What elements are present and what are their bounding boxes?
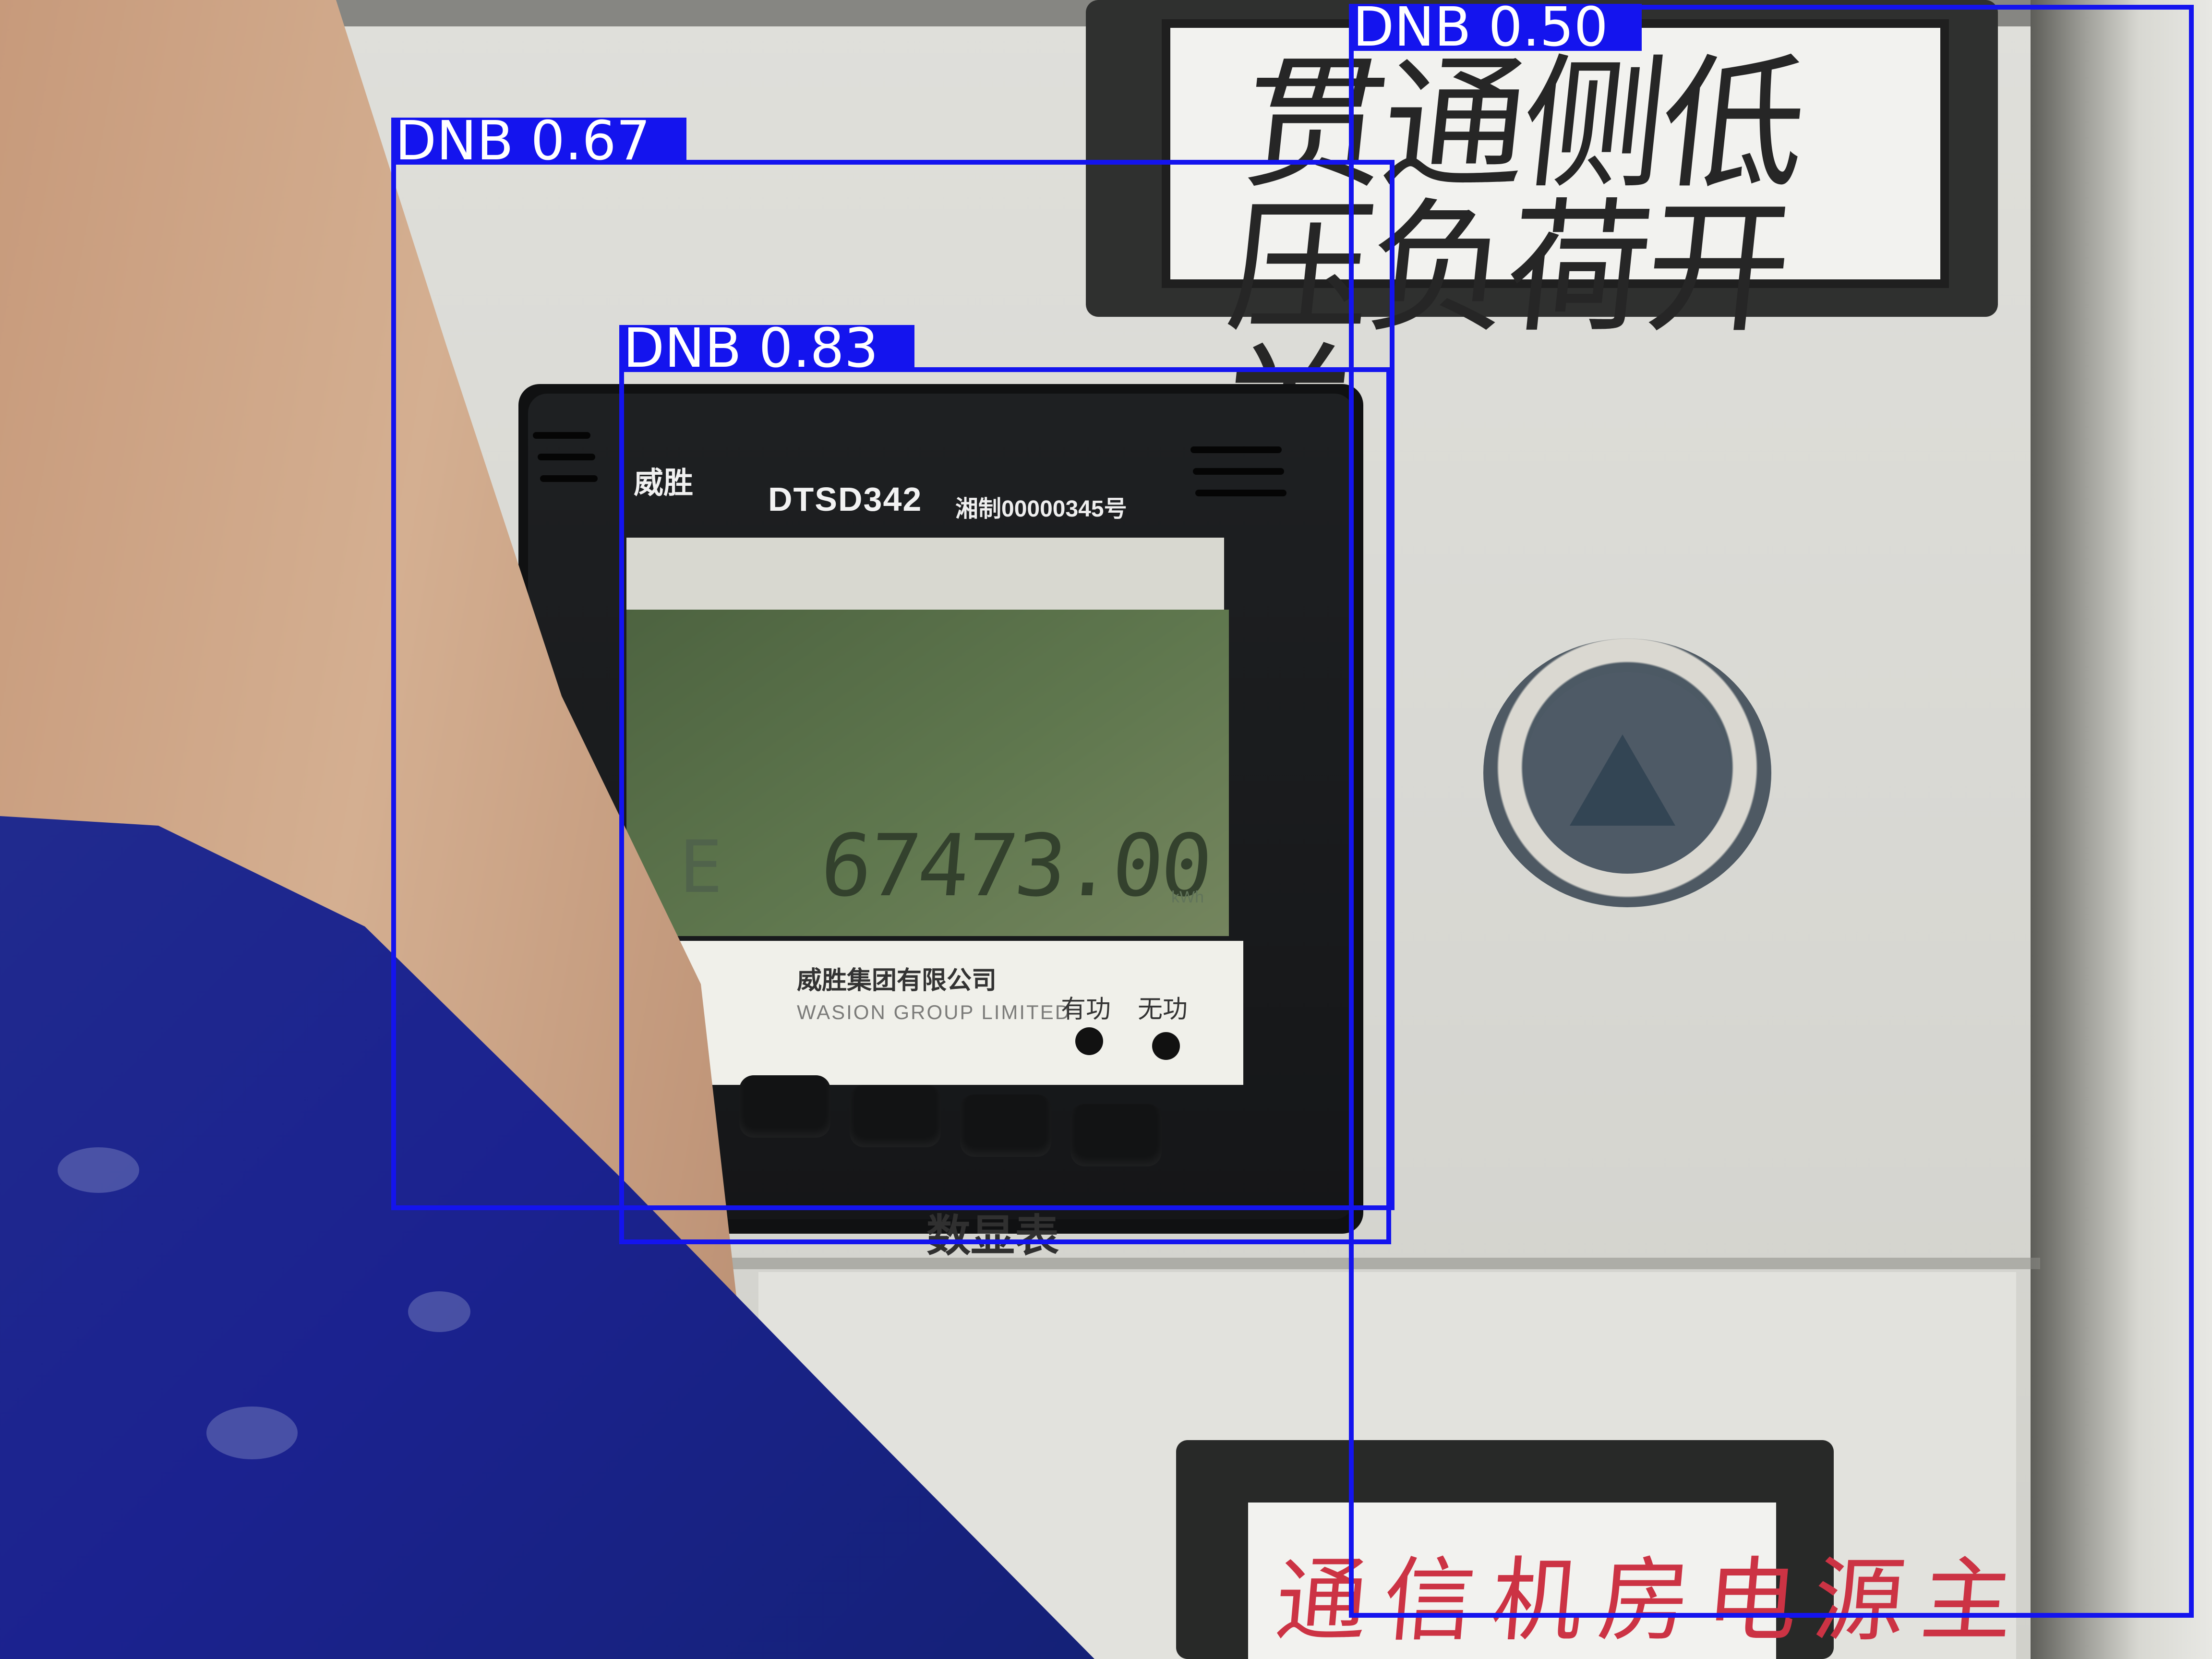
sleeve-stain <box>408 1291 470 1332</box>
detection-label: DNB 0.67 <box>391 114 686 168</box>
label-gap <box>514 110 531 172</box>
sleeve-stain <box>58 1147 139 1193</box>
detection-score: 0.83 <box>758 317 878 380</box>
detection-score: 0.67 <box>530 110 650 172</box>
detection-label: DNB 0.83 <box>619 322 914 375</box>
detection-class: DNB <box>395 110 514 172</box>
photo-scene: 贯通侧低压负荷开关 威胜 DTSD342 湘制00000345号 E 67473… <box>0 0 2212 1659</box>
detection-label: DNB 0.50 <box>1349 0 1642 54</box>
label-gap <box>742 317 759 380</box>
detection-class: DNB <box>1353 0 1471 59</box>
detection-score: 0.50 <box>1488 0 1608 59</box>
detection-box-dnb-050 <box>1349 5 2194 1618</box>
detection-class: DNB <box>623 317 742 380</box>
detection-box-dnb-083 <box>619 367 1391 1244</box>
label-gap <box>1471 0 1489 59</box>
sleeve-stain <box>206 1407 298 1459</box>
